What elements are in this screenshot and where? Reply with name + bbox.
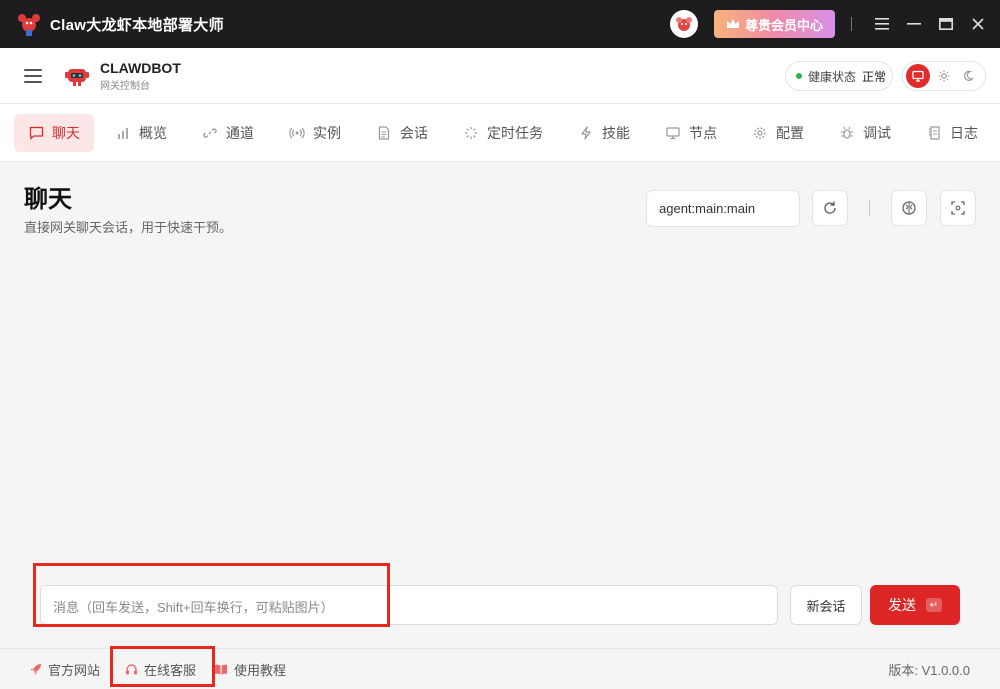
theme-switcher (902, 61, 986, 91)
maximize-icon[interactable] (930, 0, 962, 48)
tutorial-link[interactable]: 使用教程 (214, 660, 286, 679)
app-version: 版本: V1.0.0.0 (888, 663, 970, 678)
focus-mode-button[interactable] (940, 190, 976, 226)
tab-label: 通道 (226, 124, 254, 141)
tab-label: 节点 (689, 124, 717, 141)
focus-icon (951, 201, 965, 215)
tab-label: 调试 (863, 124, 891, 141)
footer: 官方网站 在线客服 使用教程 版本: V1.0.0.0 (0, 648, 1000, 689)
message-input[interactable] (40, 585, 778, 625)
theme-light-option[interactable] (932, 64, 956, 88)
tab-instances[interactable]: 实例 (275, 114, 355, 152)
monitor-icon (912, 70, 924, 82)
send-button[interactable]: 发送 ↵ (870, 585, 960, 625)
tab-overview[interactable]: 概览 (101, 114, 181, 152)
chat-icon (28, 125, 44, 141)
log-icon (926, 125, 942, 141)
page-subtitle: 直接网关聊天会话，用于快速干预。 (24, 220, 233, 235)
titlebar-divider (851, 17, 852, 31)
tab-sessions[interactable]: 会话 (362, 114, 442, 152)
health-status-badge: 健康状态 正常 (785, 61, 893, 91)
avatar-icon (675, 17, 692, 31)
tab-label: 实例 (313, 124, 341, 141)
link-icon (202, 125, 218, 141)
toolbar-divider (869, 200, 870, 217)
tab-label: 日志 (950, 124, 978, 141)
tab-label: 配置 (776, 124, 804, 141)
tab-label: 会话 (400, 124, 428, 141)
bar-chart-icon (115, 125, 131, 141)
refresh-button[interactable] (812, 190, 848, 226)
online-support-link[interactable]: 在线客服 (124, 660, 196, 679)
theme-system-option[interactable] (906, 64, 930, 88)
brain-icon (902, 201, 916, 215)
send-label: 发送 (888, 597, 916, 613)
official-site-link[interactable]: 官方网站 (28, 660, 100, 679)
user-avatar[interactable] (669, 10, 698, 38)
theme-dark-option[interactable] (958, 64, 982, 88)
app-header: CLAWDBOT 网关控制台 健康状态 正常 (0, 48, 1000, 104)
radio-icon (289, 125, 305, 141)
monitor-icon (665, 125, 681, 141)
sun-icon (938, 70, 950, 82)
vip-center-button[interactable]: 尊贵会员中心 (713, 10, 835, 38)
bug-icon (839, 125, 855, 141)
book-icon (214, 662, 228, 676)
page-title: 聊天 (24, 186, 72, 213)
tab-debug[interactable]: 调试 (825, 114, 905, 152)
sidebar-toggle-icon[interactable] (24, 68, 42, 83)
menu-icon[interactable] (866, 0, 898, 48)
refresh-icon (824, 201, 836, 214)
lobster-logo-icon (18, 14, 40, 36)
loader-icon (463, 125, 479, 141)
gear-icon (752, 125, 768, 141)
session-key-field[interactable]: agent:main:main (646, 190, 800, 227)
tab-channels[interactable]: 通道 (188, 114, 268, 152)
rocket-icon (28, 662, 42, 676)
close-icon[interactable] (962, 0, 994, 48)
app-title: Claw大龙虾本地部署大师 (50, 16, 224, 34)
tab-label: 概览 (139, 124, 167, 141)
tab-scheduled-tasks[interactable]: 定时任务 (449, 114, 557, 152)
brand-logo-icon (65, 68, 89, 86)
moon-icon (964, 70, 975, 81)
crown-icon (726, 19, 739, 28)
headset-icon (124, 662, 138, 676)
footer-link-label: 官方网站 (48, 662, 101, 678)
brand-name: CLAWDBOT (100, 59, 181, 76)
minimize-icon[interactable] (898, 0, 930, 48)
nav-tabs: 聊天 概览 通道 实例 会话 定时任务 技能 节点 配置 调试 日志 (0, 104, 1000, 162)
thinking-toggle-button[interactable] (891, 190, 927, 226)
lightning-icon (578, 125, 594, 141)
footer-link-label: 使用教程 (234, 662, 287, 678)
enter-key-icon: ↵ (926, 598, 942, 612)
tab-nodes[interactable]: 节点 (651, 114, 731, 152)
tab-logs[interactable]: 日志 (912, 114, 992, 152)
tab-config[interactable]: 配置 (738, 114, 818, 152)
tab-label: 定时任务 (487, 124, 543, 141)
tab-chat[interactable]: 聊天 (14, 113, 94, 152)
status-dot (796, 73, 802, 79)
health-value: 正常 (862, 69, 887, 84)
tab-skills[interactable]: 技能 (564, 114, 644, 152)
brand-subtitle: 网关控制台 (100, 80, 150, 92)
vip-center-label: 尊贵会员中心 (744, 17, 823, 33)
tab-label: 聊天 (52, 124, 80, 141)
new-chat-button[interactable]: 新会话 (790, 585, 862, 625)
document-icon (376, 125, 392, 141)
tab-label: 技能 (602, 124, 630, 141)
chat-page: 聊天 直接网关聊天会话，用于快速干预。 agent:main:main 新会话 … (0, 163, 1000, 648)
title-bar: Claw大龙虾本地部署大师 尊贵会员中心 (0, 0, 1000, 48)
health-label: 健康状态 (808, 69, 857, 84)
footer-link-label: 在线客服 (144, 662, 197, 678)
